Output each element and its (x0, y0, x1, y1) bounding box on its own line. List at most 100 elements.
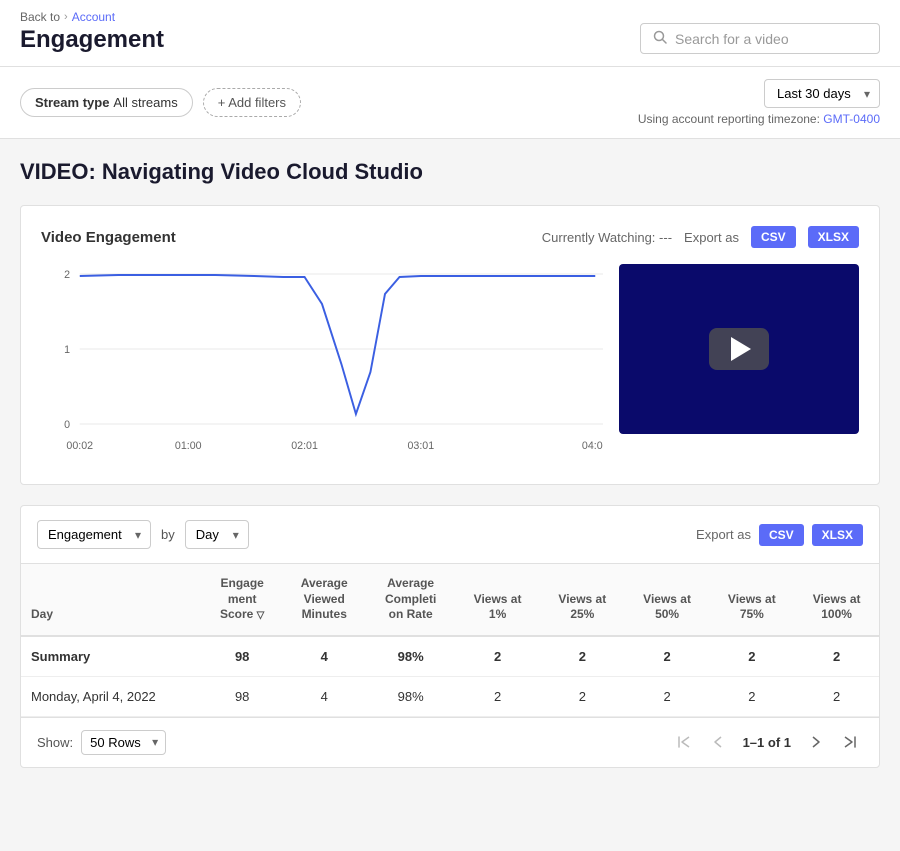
row-views-25: 2 (540, 676, 625, 716)
table-controls-right: Export as CSV XLSX (696, 524, 863, 546)
row-views-75: 2 (709, 676, 794, 716)
col-views-50: Views at50% (625, 564, 710, 636)
chart-header: Video Engagement Currently Watching: ---… (41, 226, 859, 248)
svg-text:00:02: 00:02 (66, 440, 93, 452)
engagement-chart: 2 1 0 00:02 01:00 02:01 03:01 04:01 (41, 264, 603, 464)
svg-text:2: 2 (64, 269, 70, 281)
page-info: 1–1 of 1 (743, 735, 791, 750)
date-range-select[interactable]: Last 30 days (764, 79, 880, 108)
summary-engagement: 98 (202, 636, 282, 677)
prev-page-button[interactable] (705, 731, 731, 753)
chevron-right-icon: › (64, 11, 68, 23)
page-header: Back to › Account Engagement (0, 0, 900, 67)
summary-views-25: 2 (540, 636, 625, 677)
header-left: Back to › Account Engagement (20, 10, 164, 54)
play-icon (731, 337, 751, 361)
summary-views-50: 2 (625, 636, 710, 677)
table-xlsx-button[interactable]: XLSX (812, 524, 863, 546)
by-text: by (161, 527, 175, 542)
timezone-link[interactable]: GMT-0400 (823, 112, 880, 126)
col-views-25: Views at25% (540, 564, 625, 636)
rows-select-wrapper: 50 Rows (81, 730, 166, 755)
summary-avg-completion: 98% (366, 636, 455, 677)
add-filters-button[interactable]: + Add filters (203, 88, 301, 117)
chart-area: 2 1 0 00:02 01:00 02:01 03:01 04:01 (41, 264, 603, 464)
row-day: Monday, April 4, 2022 (21, 676, 202, 716)
account-link[interactable]: Account (72, 10, 115, 24)
video-title: VIDEO: Navigating Video Cloud Studio (20, 159, 880, 185)
table-csv-button[interactable]: CSV (759, 524, 804, 546)
stream-type-value: All streams (113, 95, 177, 110)
rows-select[interactable]: 50 Rows (81, 730, 166, 755)
svg-text:1: 1 (64, 344, 70, 356)
period-select[interactable]: Day (185, 520, 249, 549)
chart-actions: Currently Watching: --- Export as CSV XL… (542, 226, 859, 248)
next-page-button[interactable] (803, 731, 829, 753)
main-content: VIDEO: Navigating Video Cloud Studio Vid… (0, 139, 900, 788)
last-page-button[interactable] (837, 731, 863, 753)
stream-type-button[interactable]: Stream type All streams (20, 88, 193, 117)
video-thumbnail[interactable] (619, 264, 859, 434)
row-engagement: 98 (202, 676, 282, 716)
table-export-label: Export as (696, 527, 751, 542)
export-label: Export as (684, 230, 739, 245)
table-section: Engagement by Day Export as CSV XLSX D (20, 505, 880, 768)
filters-right: Last 30 days Using account reporting tim… (638, 79, 880, 126)
table-row: Monday, April 4, 2022 98 4 98% 2 2 2 2 2 (21, 676, 879, 716)
row-views-1: 2 (455, 676, 540, 716)
row-avg-viewed: 4 (282, 676, 366, 716)
row-views-100: 2 (794, 676, 879, 716)
engagement-table: Day EngagementScore ▽ AverageViewedMinut… (21, 564, 879, 717)
stream-type-label: Stream type (35, 95, 109, 110)
col-views-75: Views at75% (709, 564, 794, 636)
table-head: Day EngagementScore ▽ AverageViewedMinut… (21, 564, 879, 636)
breadcrumb: Back to › Account (20, 10, 164, 24)
col-views-100: Views at100% (794, 564, 879, 636)
play-button[interactable] (709, 328, 769, 370)
summary-views-75: 2 (709, 636, 794, 677)
show-label: Show: (37, 735, 73, 750)
svg-text:01:00: 01:00 (175, 440, 202, 452)
summary-day: Summary (21, 636, 202, 677)
svg-text:04:01: 04:01 (582, 440, 603, 452)
metric-select-wrapper: Engagement (37, 520, 151, 549)
back-text: Back to (20, 10, 60, 24)
chart-title: Video Engagement (41, 229, 176, 246)
row-views-50: 2 (625, 676, 710, 716)
first-page-button[interactable] (671, 731, 697, 753)
table-body: Summary 98 4 98% 2 2 2 2 2 Monday, April… (21, 636, 879, 717)
page-title: Engagement (20, 26, 164, 54)
search-icon (653, 30, 667, 47)
pagination-center: 1–1 of 1 (671, 731, 863, 753)
currently-watching: Currently Watching: --- (542, 230, 672, 245)
chart-csv-button[interactable]: CSV (751, 226, 796, 248)
search-input[interactable] (675, 31, 867, 47)
period-select-wrapper: Day (185, 520, 249, 549)
chart-card: Video Engagement Currently Watching: ---… (20, 205, 880, 485)
summary-views-100: 2 (794, 636, 879, 677)
col-day: Day (21, 564, 202, 636)
pagination: Show: 50 Rows 1–1 of 1 (21, 717, 879, 767)
metric-select[interactable]: Engagement (37, 520, 151, 549)
search-container (640, 23, 880, 54)
filters-bar: Stream type All streams + Add filters La… (0, 67, 900, 139)
col-engagement[interactable]: EngagementScore ▽ (202, 564, 282, 636)
summary-avg-viewed: 4 (282, 636, 366, 677)
summary-row: Summary 98 4 98% 2 2 2 2 2 (21, 636, 879, 677)
timezone-info: Using account reporting timezone: GMT-04… (638, 112, 880, 126)
svg-text:03:01: 03:01 (407, 440, 434, 452)
chart-xlsx-button[interactable]: XLSX (808, 226, 859, 248)
filters-left: Stream type All streams + Add filters (20, 88, 301, 117)
date-range-wrapper: Last 30 days (764, 79, 880, 108)
row-avg-completion: 98% (366, 676, 455, 716)
table-header-row: Day EngagementScore ▽ AverageViewedMinut… (21, 564, 879, 636)
table-controls: Engagement by Day Export as CSV XLSX (21, 506, 879, 564)
pagination-left: Show: 50 Rows (37, 730, 166, 755)
col-avg-completion: AverageCompletion Rate (366, 564, 455, 636)
svg-text:02:01: 02:01 (291, 440, 318, 452)
table-controls-left: Engagement by Day (37, 520, 249, 549)
summary-views-1: 2 (455, 636, 540, 677)
chart-content: 2 1 0 00:02 01:00 02:01 03:01 04:01 (41, 264, 859, 464)
svg-text:0: 0 (64, 419, 70, 431)
col-avg-viewed: AverageViewedMinutes (282, 564, 366, 636)
